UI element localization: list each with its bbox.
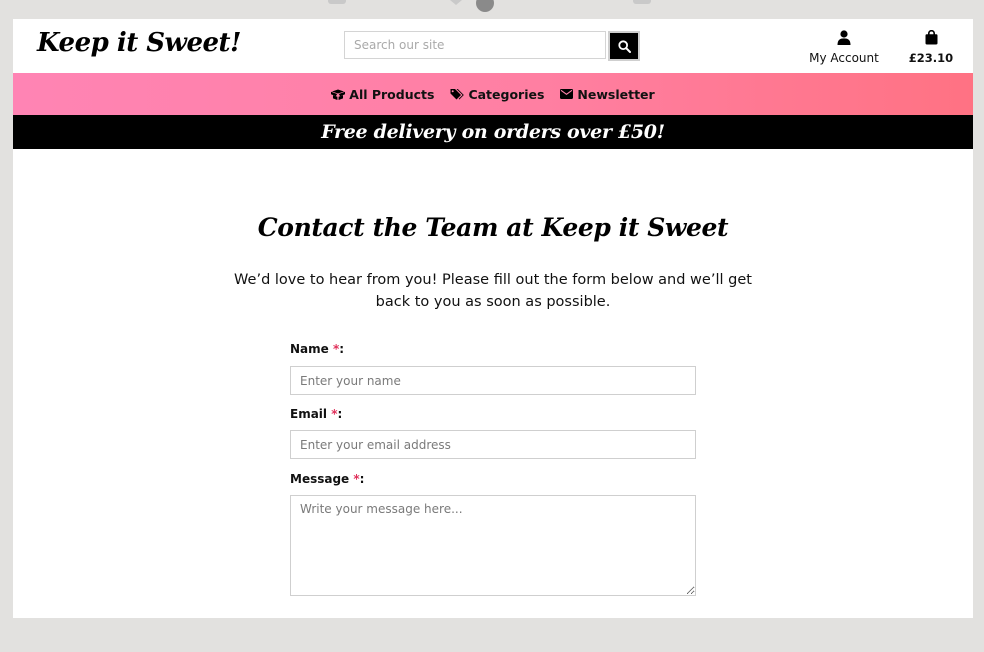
nav-item-label: Categories (468, 86, 545, 102)
message-label-text: Message (290, 472, 350, 486)
contact-form: Name *: Email *: Message *: (290, 342, 696, 596)
my-account-link[interactable]: My Account (799, 30, 889, 65)
shopping-bag-link[interactable]: £23.10 (906, 29, 956, 65)
required-marker: * (353, 472, 360, 486)
name-label: Name *: (290, 342, 345, 356)
search-bar (344, 31, 640, 61)
shopping-bag-icon (925, 29, 937, 45)
name-field[interactable] (290, 366, 696, 395)
nav-item-label: Newsletter (577, 86, 655, 102)
site-frame: Keep it Sweet! My Account £23.10 (13, 19, 973, 618)
nav-item-label: All Products (349, 86, 435, 102)
main-nav: All Products Categories Newsletter (13, 73, 973, 115)
envelope-icon (560, 89, 574, 99)
search-icon (617, 39, 631, 53)
site-logo[interactable]: Keep it Sweet! (37, 28, 241, 58)
page-intro: We’d love to hear from you! Please fill … (234, 272, 752, 310)
user-icon (837, 30, 851, 45)
required-marker: * (331, 407, 338, 421)
box-open-icon (331, 89, 346, 100)
browser-top-decoration (328, 0, 651, 12)
nav-item-all-products[interactable]: All Products (331, 87, 434, 102)
bag-total: £23.10 (908, 51, 954, 65)
promo-text: Free delivery on orders over £50! (321, 121, 665, 143)
nav-item-categories[interactable]: Categories (450, 87, 544, 102)
page-title: Contact the Team at Keep it Sweet (257, 213, 729, 242)
promo-banner: Free delivery on orders over £50! (13, 115, 973, 149)
required-marker: * (332, 342, 340, 356)
search-input[interactable] (344, 31, 606, 59)
email-field[interactable] (290, 430, 696, 459)
search-button[interactable] (608, 31, 640, 61)
message-field[interactable] (290, 495, 696, 596)
my-account-label: My Account (809, 51, 879, 65)
name-label-text: Name (290, 342, 329, 356)
nav-item-newsletter[interactable]: Newsletter (560, 86, 655, 102)
email-label-text: Email (290, 407, 328, 421)
email-label: Email *: (290, 407, 343, 421)
tags-icon (450, 89, 465, 100)
message-label: Message *: (290, 472, 365, 486)
site-header: Keep it Sweet! My Account £23.10 (13, 19, 973, 73)
